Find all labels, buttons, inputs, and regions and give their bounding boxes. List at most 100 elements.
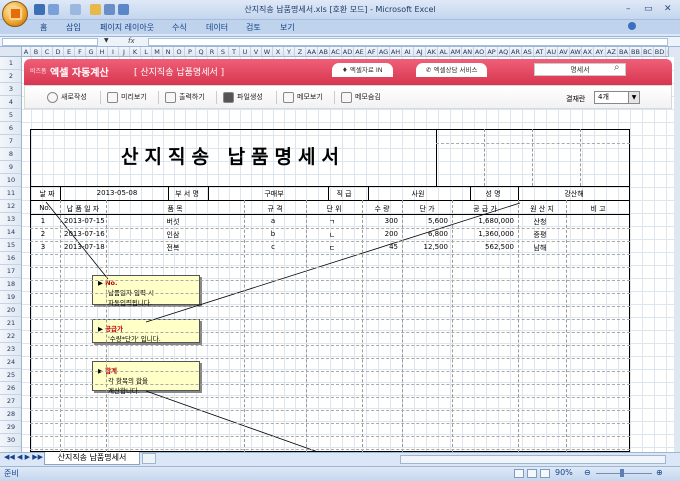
column-header[interactable]: AB: [318, 47, 330, 56]
column-header[interactable]: Q: [196, 47, 207, 56]
row-header[interactable]: 23: [0, 343, 21, 356]
tab-page-layout[interactable]: 페이지 레이아웃: [100, 22, 154, 33]
column-header[interactable]: Z: [295, 47, 306, 56]
row-header[interactable]: 17: [0, 265, 21, 278]
column-header[interactable]: AX: [582, 47, 594, 56]
column-header[interactable]: AF: [366, 47, 378, 56]
row-header[interactable]: 28: [0, 408, 21, 421]
tab-view[interactable]: 보기: [280, 22, 295, 33]
column-header[interactable]: V: [251, 47, 262, 56]
zoom-out-icon[interactable]: ⊖: [584, 468, 591, 477]
column-header[interactable]: F: [75, 47, 86, 56]
sheet-tab-active[interactable]: 산지직송 납품명세서: [44, 452, 140, 465]
row-header[interactable]: 16: [0, 252, 21, 265]
row-header[interactable]: 11: [0, 187, 21, 200]
zoom-slider-thumb[interactable]: [620, 469, 624, 477]
row-header[interactable]: 26: [0, 382, 21, 395]
column-header[interactable]: A: [22, 47, 31, 56]
row-header[interactable]: 10: [0, 174, 21, 187]
row-header[interactable]: 24: [0, 356, 21, 369]
column-header[interactable]: AO: [474, 47, 486, 56]
column-header[interactable]: H: [97, 47, 108, 56]
close-button[interactable]: ✕: [664, 4, 672, 14]
column-header[interactable]: AG: [378, 47, 390, 56]
column-header[interactable]: AN: [462, 47, 474, 56]
column-header[interactable]: L: [141, 47, 152, 56]
column-header[interactable]: AD: [342, 47, 354, 56]
column-header[interactable]: W: [262, 47, 273, 56]
column-header[interactable]: AE: [354, 47, 366, 56]
chevron-down-icon[interactable]: ▼: [104, 37, 109, 44]
column-header[interactable]: AH: [390, 47, 402, 56]
column-header[interactable]: D: [53, 47, 64, 56]
row-header[interactable]: 6: [0, 122, 21, 135]
column-header[interactable]: N: [163, 47, 174, 56]
column-header[interactable]: I: [108, 47, 119, 56]
page-break-view-icon[interactable]: [540, 469, 550, 478]
column-header[interactable]: AY: [594, 47, 606, 56]
column-header[interactable]: U: [240, 47, 251, 56]
row-header[interactable]: 7: [0, 135, 21, 148]
column-header[interactable]: AJ: [414, 47, 426, 56]
column-header[interactable]: BB: [630, 47, 642, 56]
row-header[interactable]: 20: [0, 304, 21, 317]
row-header[interactable]: 29: [0, 421, 21, 434]
column-header[interactable]: BA: [618, 47, 630, 56]
tab-data[interactable]: 데이터: [206, 22, 228, 33]
normal-view-icon[interactable]: [514, 469, 524, 478]
row-header[interactable]: 15: [0, 239, 21, 252]
maximize-button[interactable]: ▭: [644, 4, 653, 14]
tab-review[interactable]: 검토: [246, 22, 261, 33]
column-header[interactable]: AR: [510, 47, 522, 56]
column-header[interactable]: C: [42, 47, 53, 56]
name-box[interactable]: [2, 38, 98, 46]
column-header[interactable]: AW: [570, 47, 582, 56]
row-header[interactable]: 2: [0, 70, 21, 83]
column-header[interactable]: Y: [284, 47, 295, 56]
column-header[interactable]: AL: [438, 47, 450, 56]
row-header[interactable]: 3: [0, 83, 21, 96]
row-header[interactable]: 22: [0, 330, 21, 343]
insert-sheet-icon[interactable]: [142, 453, 156, 464]
insert-function-button[interactable]: fx: [128, 37, 135, 45]
row-header[interactable]: 27: [0, 395, 21, 408]
column-header[interactable]: AQ: [498, 47, 510, 56]
row-header[interactable]: 8: [0, 148, 21, 161]
tab-insert[interactable]: 삽입: [66, 22, 81, 33]
row-header[interactable]: 18: [0, 278, 21, 291]
column-header[interactable]: B: [31, 47, 42, 56]
horizontal-scrollbar[interactable]: [400, 455, 666, 464]
row-header[interactable]: 4: [0, 96, 21, 109]
column-header[interactable]: P: [185, 47, 196, 56]
column-header[interactable]: AC: [330, 47, 342, 56]
column-header[interactable]: S: [218, 47, 229, 56]
select-all-corner[interactable]: [0, 47, 22, 57]
column-header[interactable]: AT: [534, 47, 546, 56]
row-header[interactable]: 25: [0, 369, 21, 382]
help-icon[interactable]: [628, 22, 636, 30]
column-header[interactable]: BD: [654, 47, 666, 56]
tab-home[interactable]: 홈: [40, 22, 47, 33]
row-header[interactable]: 19: [0, 291, 21, 304]
column-header[interactable]: AU: [546, 47, 558, 56]
row-header[interactable]: 5: [0, 109, 21, 122]
minimize-button[interactable]: –: [626, 4, 631, 14]
row-header[interactable]: 21: [0, 317, 21, 330]
column-header[interactable]: AI: [402, 47, 414, 56]
office-button[interactable]: [2, 1, 28, 27]
column-header[interactable]: G: [86, 47, 97, 56]
sheet-nav-icon[interactable]: ◀◀ ◀ ▶ ▶▶: [4, 453, 43, 461]
column-header[interactable]: M: [152, 47, 163, 56]
column-header[interactable]: J: [119, 47, 130, 56]
row-header[interactable]: 12: [0, 200, 21, 213]
column-header[interactable]: AM: [450, 47, 462, 56]
column-header[interactable]: O: [174, 47, 185, 56]
column-header[interactable]: E: [64, 47, 75, 56]
row-header[interactable]: 30: [0, 434, 21, 447]
column-header[interactable]: AP: [486, 47, 498, 56]
row-header[interactable]: 9: [0, 161, 21, 174]
row-header[interactable]: 13: [0, 213, 21, 226]
column-header[interactable]: R: [207, 47, 218, 56]
column-header[interactable]: BC: [642, 47, 654, 56]
column-header[interactable]: AZ: [606, 47, 618, 56]
